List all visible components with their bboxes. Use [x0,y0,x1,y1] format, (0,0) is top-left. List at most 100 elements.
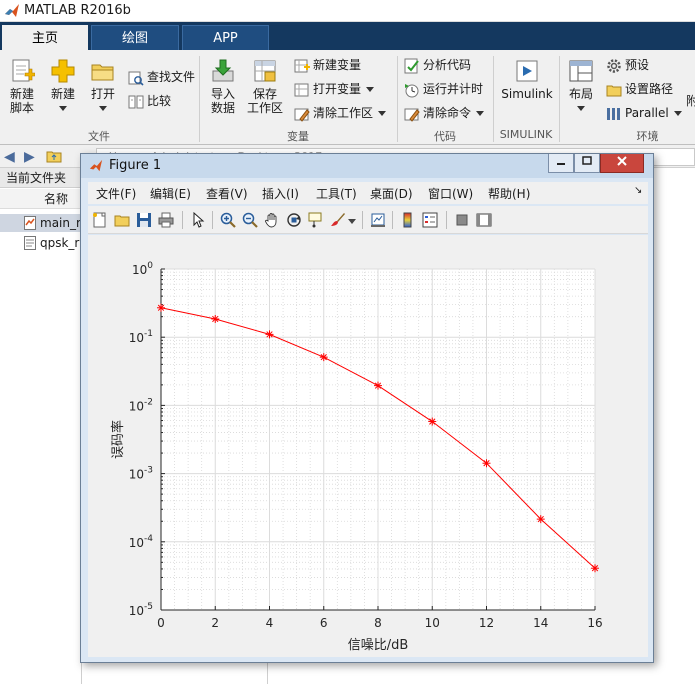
menu-window[interactable]: 窗口(W) [428,185,473,202]
menu-insert[interactable]: 插入(I) [262,185,299,202]
minimize-button[interactable] [548,154,574,173]
new-script-label-2: 脚本 [9,101,34,115]
menu-tools[interactable]: 工具(T) [316,185,357,202]
x-tick-label: 8 [374,616,382,630]
menu-file[interactable]: 文件(F) [96,185,136,202]
tab-apps[interactable]: APP [182,25,269,50]
m-file-icon [24,216,36,230]
zoom-out-icon[interactable] [242,212,258,228]
forward-icon[interactable]: ▶ [24,149,35,165]
maximize-icon [582,156,592,165]
set-path-button[interactable]: 设置路径 [606,80,673,98]
figure-window[interactable]: Figure 1 文件(F) 编辑(E) 查看(V) 插入(I) 工具(T) 桌… [80,153,654,663]
name-column-header[interactable]: 名称 [0,189,82,209]
link-plot-icon[interactable] [370,212,386,228]
y-tick-label: 10-5 [129,602,153,618]
find-files-button[interactable]: 查找文件 [128,68,195,86]
show-plot-tools-icon[interactable] [476,212,492,228]
save-ws-label-1: 保存 [252,87,277,101]
x-tick-label: 10 [425,616,440,630]
new-script-button[interactable]: 新建 脚本 [4,58,40,115]
zoom-in-icon[interactable] [220,212,236,228]
x-tick-label: 2 [211,616,219,630]
tab-home[interactable]: 主页 [2,25,88,50]
figure-canvas[interactable]: 0 2 4 6 8 10 12 14 16 100 10-1 10-2 10-3 10-4 10-5 信噪比/… [88,235,648,657]
toolbar-separator [362,211,363,229]
pan-hand-icon[interactable] [264,212,280,228]
set-path-icon [606,85,622,96]
new-figure-icon[interactable] [92,212,108,228]
new-button[interactable]: 新建 [46,58,80,115]
clear-workspace-button[interactable]: 清除工作区 [294,104,387,122]
colorbar-icon[interactable] [400,212,416,228]
figure-title: Figure 1 [109,158,162,173]
figure-title-bar[interactable]: Figure 1 [81,154,653,178]
toolbar-separator [182,211,183,229]
hide-plot-tools-icon[interactable] [454,212,470,228]
brush-dropdown-icon[interactable] [348,219,356,224]
toolbar-separator [392,211,393,229]
open-label: 打开 [90,87,115,101]
close-button[interactable] [600,154,644,173]
data-cursor-icon[interactable] [308,212,324,228]
menu-view[interactable]: 查看(V) [206,185,248,202]
find-files-label: 查找文件 [147,70,196,84]
open-button[interactable]: 打开 [86,58,120,115]
new-script-label-1: 新建 [9,87,34,101]
data-point-marker [157,303,165,312]
pointer-icon[interactable] [190,212,206,228]
simulink-button[interactable]: Simulink [500,58,554,101]
legend-icon[interactable] [422,212,438,228]
menu-desktop[interactable]: 桌面(D) [370,185,413,202]
current-folder-title: 当前文件夹 [0,168,81,188]
menu-edit[interactable]: 编辑(E) [150,185,191,202]
rotate-3d-icon[interactable] [286,212,302,228]
x-tick-label: 6 [320,616,328,630]
background-command-window [82,660,695,684]
print-icon[interactable] [158,212,174,228]
new-variable-button[interactable]: 新建变量 [294,56,361,74]
y-tick-label: 10-2 [129,397,153,413]
open-dropdown-icon [99,106,107,111]
open-variable-label: 打开变量 [313,82,362,96]
parallel-label: Parallel [625,106,669,120]
import-label-2: 数据 [210,101,235,115]
run-and-time-button[interactable]: 运行并计时 [404,80,483,98]
file-list-item[interactable]: qpsk_r [0,234,82,252]
up-folder-icon[interactable] [46,148,62,168]
preferences-button[interactable]: 预设 [606,56,649,74]
data-point-marker [319,353,328,362]
compare-icon [128,95,144,108]
run-and-time-label: 运行并计时 [423,82,484,96]
m-file-icon [24,236,36,250]
find-files-icon [128,71,144,86]
ber-plot[interactable]: 0 2 4 6 8 10 12 14 16 100 10-1 10-2 10-3 10-4 10-5 信噪比/… [88,235,648,657]
clear-commands-button[interactable]: 清除命令 [404,104,485,122]
brush-icon[interactable] [330,212,346,228]
analyze-code-label: 分析代码 [423,58,472,72]
dock-arrow-icon[interactable]: ↘ [634,185,642,196]
maximize-button[interactable] [574,154,600,173]
y-tick-label: 100 [132,261,153,277]
open-variable-icon [294,83,309,96]
import-data-button[interactable]: 导入 数据 [206,58,240,115]
workspace-panel-background [650,168,695,684]
analyze-code-button[interactable]: 分析代码 [404,56,471,74]
tab-plots[interactable]: 绘图 [91,25,179,50]
file-name: qpsk_r [40,236,80,250]
x-axis-label: 信噪比/dB [348,638,409,653]
compare-button[interactable]: 比较 [128,92,171,110]
layout-button[interactable]: 布局 [564,58,598,115]
save-icon[interactable] [136,212,152,228]
open-folder-icon [91,64,114,81]
file-list-item[interactable]: main_r [0,214,82,232]
back-icon[interactable]: ◀ [4,149,15,165]
y-tick-label: 10-1 [129,329,153,345]
save-workspace-button[interactable]: 保存 工作区 [246,58,284,115]
current-folder-panel: 当前文件夹 名称 main_r qpsk_r [0,168,82,684]
menu-help[interactable]: 帮助(H) [488,185,530,202]
run-and-time-icon [405,83,419,97]
open-variable-button[interactable]: 打开变量 [294,80,375,98]
parallel-button[interactable]: Parallel [606,104,682,122]
open-file-icon[interactable] [114,212,130,228]
